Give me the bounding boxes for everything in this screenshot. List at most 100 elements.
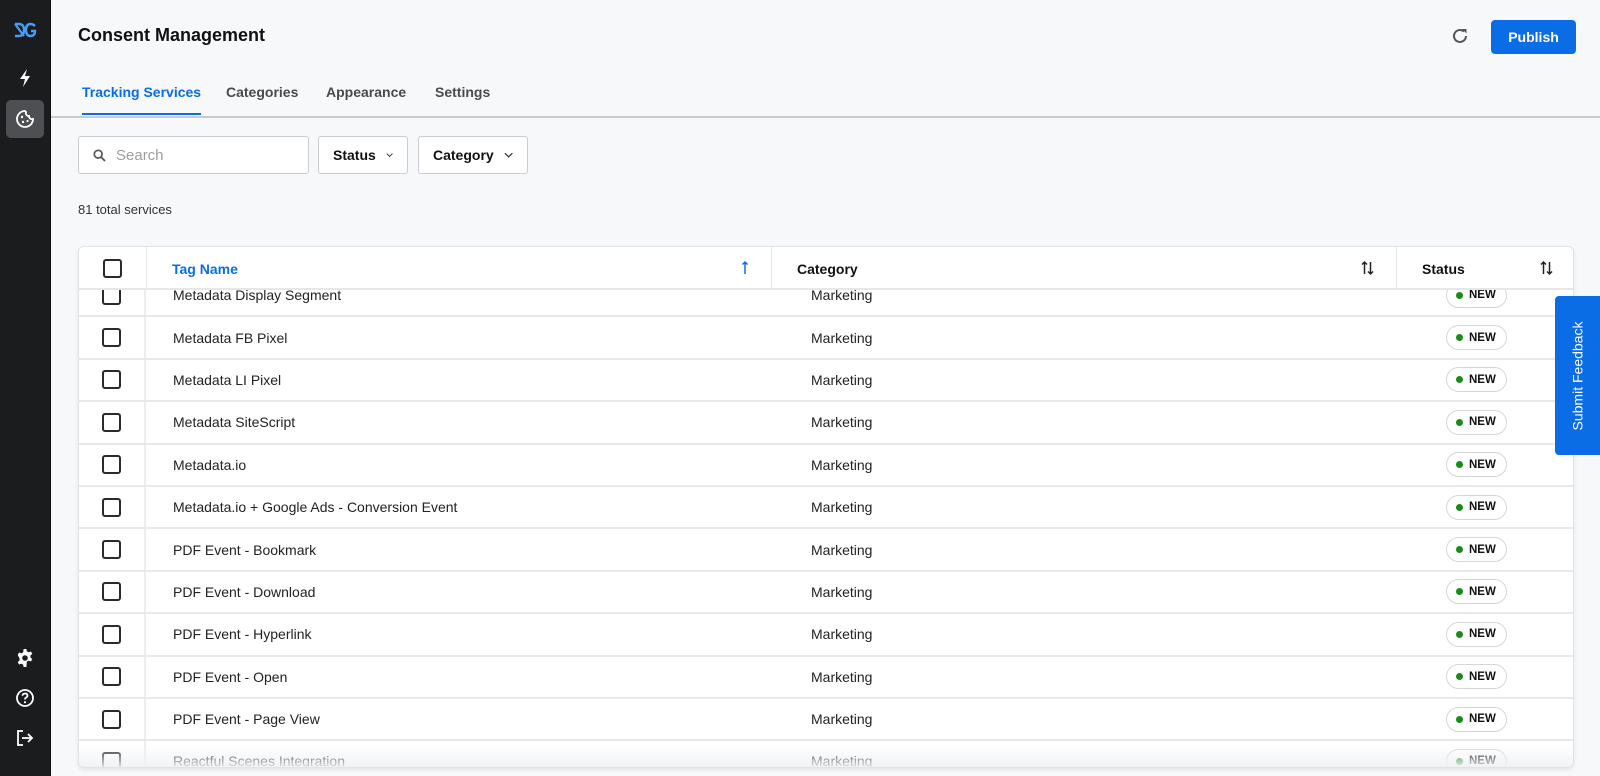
table-header: Tag Name Category Status xyxy=(79,247,1573,290)
table-row[interactable]: PDF Event - Download Marketing NEW xyxy=(79,571,1573,615)
table-row[interactable]: PDF Event - Bookmark Marketing NEW xyxy=(79,529,1573,572)
table-row[interactable]: PDF Event - Open Marketing NEW xyxy=(79,656,1573,699)
row-select-cell xyxy=(79,317,146,358)
row-checkbox[interactable] xyxy=(102,709,121,729)
category-cell: Marketing xyxy=(811,290,873,304)
row-checkbox[interactable] xyxy=(102,582,121,602)
table-row[interactable]: PDF Event - Page View Marketing NEW xyxy=(79,698,1573,742)
row-checkbox[interactable] xyxy=(102,455,121,475)
select-all-checkbox[interactable] xyxy=(103,259,122,278)
status-badge: NEW xyxy=(1446,290,1507,308)
refresh-button[interactable] xyxy=(1448,24,1472,48)
tag-name-cell[interactable]: PDF Event - Page View xyxy=(173,699,320,739)
tab-categories[interactable]: Categories xyxy=(226,84,298,113)
status-cell: NEW xyxy=(1446,699,1507,739)
table-row[interactable]: Metadata LI Pixel Marketing NEW xyxy=(79,359,1573,403)
status-dot-icon xyxy=(1456,546,1463,554)
row-select-cell xyxy=(79,486,146,528)
arrow-up-icon[interactable] xyxy=(741,260,749,279)
sidebar xyxy=(0,0,51,776)
tab-appearance[interactable]: Appearance xyxy=(326,84,406,113)
sort-both-icon[interactable] xyxy=(1540,260,1553,279)
row-checkbox[interactable] xyxy=(102,412,121,432)
search-input[interactable] xyxy=(116,146,296,164)
table-row[interactable]: Metadata.io + Google Ads - Conversion Ev… xyxy=(79,486,1573,530)
total-services-count: 81 total services xyxy=(78,202,172,217)
status-filter-dropdown[interactable]: Status xyxy=(318,136,408,174)
row-checkbox[interactable] xyxy=(102,624,121,644)
sort-both-icon[interactable] xyxy=(1361,260,1374,279)
status-cell: NEW xyxy=(1446,445,1507,485)
tag-name-cell[interactable]: Metadata Display Segment xyxy=(173,290,341,315)
sidebar-item-help[interactable] xyxy=(6,679,44,717)
sidebar-item-logout[interactable] xyxy=(6,719,44,757)
column-header-tag-name[interactable]: Tag Name xyxy=(146,247,771,290)
table-row[interactable]: Metadata SiteScript Marketing NEW xyxy=(79,402,1573,445)
column-header-category[interactable]: Category xyxy=(771,247,1396,290)
status-badge: NEW xyxy=(1446,579,1507,605)
row-select-cell xyxy=(79,656,146,697)
row-select-cell xyxy=(79,529,146,570)
dg-logo-icon[interactable] xyxy=(6,11,44,49)
status-cell: NEW xyxy=(1446,402,1507,442)
sidebar-item-activity[interactable] xyxy=(6,59,44,97)
category-filter-dropdown[interactable]: Category xyxy=(418,136,528,174)
tab-tracking-services[interactable]: Tracking Services xyxy=(82,84,202,115)
row-checkbox[interactable] xyxy=(102,328,121,348)
tag-name-cell[interactable]: PDF Event - Download xyxy=(173,572,315,612)
submit-feedback-button[interactable]: Submit Feedback xyxy=(1555,296,1600,455)
category-cell: Marketing xyxy=(811,541,873,558)
row-checkbox[interactable] xyxy=(102,290,121,305)
tag-name-cell[interactable]: Metadata SiteScript xyxy=(173,402,295,442)
row-checkbox[interactable] xyxy=(102,370,121,390)
status-text: NEW xyxy=(1469,585,1496,598)
refresh-icon xyxy=(1453,28,1467,43)
chevron-down-icon xyxy=(386,153,393,158)
tag-name-cell[interactable]: PDF Event - Hyperlink xyxy=(173,614,311,654)
select-all-cell xyxy=(79,247,146,290)
row-checkbox[interactable] xyxy=(102,497,121,517)
row-select-cell xyxy=(79,571,146,613)
status-cell: NEW xyxy=(1446,529,1507,569)
status-cell: NEW xyxy=(1446,487,1507,527)
submit-feedback-label: Submit Feedback xyxy=(1569,321,1586,430)
category-cell: Marketing xyxy=(811,753,873,767)
table-row[interactable]: Metadata Display Segment Marketing NEW xyxy=(79,290,1573,318)
tag-name-cell[interactable]: PDF Event - Bookmark xyxy=(173,529,316,569)
main-content: Consent Management Publish Tracking Serv… xyxy=(51,0,1600,776)
category-filter-label: Category xyxy=(433,147,494,163)
tag-name-cell[interactable]: Metadata.io xyxy=(173,445,246,485)
row-select-cell xyxy=(79,359,146,401)
category-cell: Marketing xyxy=(811,711,873,728)
status-text: NEW xyxy=(1469,331,1496,344)
sidebar-item-consent[interactable] xyxy=(6,100,44,138)
status-dot-icon xyxy=(1456,757,1463,765)
table-row[interactable]: Metadata.io Marketing NEW xyxy=(79,444,1573,487)
status-badge: NEW xyxy=(1446,452,1507,478)
tab-bar: Tracking Services Categories Appearance … xyxy=(51,74,1600,118)
tag-name-cell[interactable]: Metadata LI Pixel xyxy=(173,360,281,400)
status-dot-icon xyxy=(1456,418,1463,426)
row-checkbox[interactable] xyxy=(102,667,121,687)
table-row[interactable]: Reactful Scenes Integration Marketing NEW xyxy=(79,741,1573,767)
tag-name-cell[interactable]: Reactful Scenes Integration xyxy=(173,741,345,767)
help-circle-icon xyxy=(16,689,34,707)
status-cell: NEW xyxy=(1446,657,1507,697)
category-cell: Marketing xyxy=(811,456,873,473)
tag-name-cell[interactable]: Metadata FB Pixel xyxy=(173,317,287,357)
status-cell: NEW xyxy=(1446,290,1507,315)
tag-name-cell[interactable]: Metadata.io + Google Ads - Conversion Ev… xyxy=(173,487,457,527)
status-dot-icon xyxy=(1456,334,1463,342)
lightning-icon xyxy=(20,69,30,87)
table-row[interactable]: PDF Event - Hyperlink Marketing NEW xyxy=(79,614,1573,657)
publish-button[interactable]: Publish xyxy=(1491,20,1576,54)
row-checkbox[interactable] xyxy=(102,540,121,560)
column-header-status[interactable]: Status xyxy=(1396,247,1573,290)
category-cell: Marketing xyxy=(811,583,873,600)
table-row[interactable]: Metadata FB Pixel Marketing NEW xyxy=(79,317,1573,360)
tab-settings[interactable]: Settings xyxy=(435,84,490,113)
row-checkbox[interactable] xyxy=(102,751,121,767)
tag-name-cell[interactable]: PDF Event - Open xyxy=(173,657,287,697)
sidebar-item-settings[interactable] xyxy=(6,639,44,677)
search-field[interactable] xyxy=(78,136,309,174)
